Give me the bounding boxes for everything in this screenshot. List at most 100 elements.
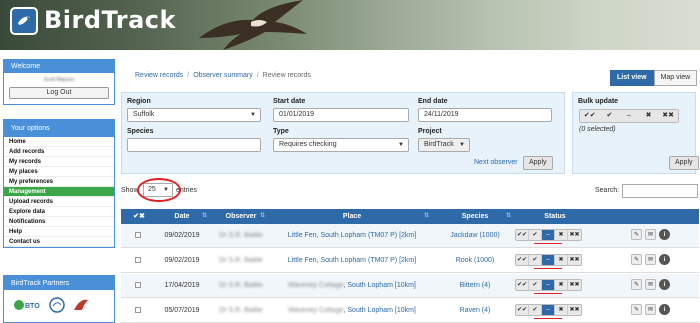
- sidebar-item-my-records[interactable]: My records: [4, 157, 114, 167]
- list-view-button[interactable]: List view: [610, 70, 654, 86]
- app-title[interactable]: BirdTrack: [44, 6, 176, 34]
- sidebar-item-home[interactable]: Home: [4, 137, 114, 147]
- sidebar-item-explore-data[interactable]: Explore data: [4, 207, 114, 217]
- info-icon[interactable]: i: [659, 304, 670, 315]
- row-species-link[interactable]: Raven (4): [435, 299, 515, 323]
- info-icon[interactable]: i: [659, 279, 670, 290]
- accept-all-icon[interactable]: ✔✔: [516, 255, 529, 265]
- neutral-icon[interactable]: –: [542, 255, 555, 265]
- species-input[interactable]: [127, 138, 261, 152]
- select-all-header[interactable]: ✔✖: [127, 209, 151, 224]
- next-observer-link[interactable]: Next observer: [474, 159, 518, 166]
- row-date: 09/02/2019: [164, 232, 200, 239]
- bird-partner-logo-icon[interactable]: [72, 296, 90, 314]
- info-icon[interactable]: i: [659, 254, 670, 265]
- observer-header[interactable]: Observer ⇅: [213, 209, 269, 224]
- edit-icon[interactable]: ✎: [631, 229, 642, 240]
- bto-logo-icon[interactable]: BTO: [12, 296, 42, 314]
- start-date-input[interactable]: 01/01/2019: [273, 108, 409, 122]
- chevron-down-icon: ▼: [459, 142, 465, 148]
- sidebar-item-management[interactable]: Management: [4, 187, 114, 197]
- row-actions: ✎ ✉ i: [631, 229, 670, 241]
- row-place-link[interactable]: Waveney Cottage, South Lopham [10km]: [271, 274, 433, 298]
- welcome-title: Welcome: [4, 60, 114, 73]
- row-species-link[interactable]: Rook (1000): [435, 249, 515, 273]
- row-checkbox[interactable]: [135, 307, 141, 313]
- sidebar-item-help[interactable]: Help: [4, 227, 114, 237]
- info-icon[interactable]: i: [659, 229, 670, 240]
- accept-icon[interactable]: ✔: [529, 230, 542, 240]
- bulk-reject-all-button[interactable]: ✖✖: [658, 110, 678, 122]
- bulk-accept-button[interactable]: ✔: [600, 110, 620, 122]
- bulk-neutral-button[interactable]: –: [619, 110, 639, 122]
- reject-icon[interactable]: ✖: [555, 230, 568, 240]
- message-icon[interactable]: ✉: [645, 254, 656, 265]
- neutral-icon[interactable]: –: [542, 305, 555, 315]
- accept-all-icon[interactable]: ✔✔: [516, 280, 529, 290]
- edit-icon[interactable]: ✎: [631, 279, 642, 290]
- sort-icon: ⇅: [201, 213, 207, 219]
- accept-all-icon[interactable]: ✔✔: [516, 230, 529, 240]
- message-icon[interactable]: ✉: [645, 304, 656, 315]
- neutral-icon[interactable]: –: [542, 230, 555, 240]
- reject-icon[interactable]: ✖: [555, 255, 568, 265]
- breadcrumb: Review records / Observer summary / Review r…: [135, 72, 311, 79]
- birdtrack-logo-icon[interactable]: [10, 7, 38, 35]
- sidebar-item-my-places[interactable]: My places: [4, 167, 114, 177]
- neutral-icon[interactable]: –: [542, 280, 555, 290]
- edit-icon[interactable]: ✎: [631, 304, 642, 315]
- bulk-reject-button[interactable]: ✖: [639, 110, 659, 122]
- apply-filter-button[interactable]: Apply: [523, 156, 553, 170]
- table-header: ✔✖ Date ⇅ Observer ⇅ Place ⇅ Species ⇅ Statu…: [121, 209, 699, 224]
- reject-all-icon[interactable]: ✖✖: [568, 230, 581, 240]
- reject-all-icon[interactable]: ✖✖: [568, 305, 581, 315]
- bulk-apply-button[interactable]: Apply: [669, 156, 699, 170]
- message-icon[interactable]: ✉: [645, 229, 656, 240]
- view-toggle: List view Map view: [610, 70, 698, 86]
- type-select[interactable]: Requires checking ▼: [273, 138, 409, 152]
- bulk-accept-all-button[interactable]: ✔✔: [580, 110, 600, 122]
- row-checkbox[interactable]: [135, 257, 141, 263]
- map-view-button[interactable]: Map view: [653, 70, 698, 86]
- partner-logo-icon[interactable]: [48, 296, 66, 314]
- sidebar-item-upload-records[interactable]: Upload records: [4, 197, 114, 207]
- accept-icon[interactable]: ✔: [529, 305, 542, 315]
- row-checkbox[interactable]: [135, 282, 141, 288]
- end-date-input[interactable]: 24/11/2019: [418, 108, 552, 122]
- accept-icon[interactable]: ✔: [529, 280, 542, 290]
- accept-icon[interactable]: ✔: [529, 255, 542, 265]
- row-place-link[interactable]: Little Fen, South Lopham (TM07 P) [2km]: [271, 224, 433, 248]
- message-icon[interactable]: ✉: [645, 279, 656, 290]
- breadcrumb-observer-summary[interactable]: Observer summary: [193, 72, 253, 79]
- row-date: 05/07/2019: [164, 307, 200, 314]
- edit-icon[interactable]: ✎: [631, 254, 642, 265]
- project-select[interactable]: BirdTrack ▼: [418, 138, 470, 152]
- sort-icon: ⇅: [423, 213, 429, 219]
- date-header[interactable]: Date ⇅: [153, 209, 211, 224]
- row-species-link[interactable]: Jackdaw (1000): [435, 224, 515, 248]
- logout-button[interactable]: Log Out: [9, 87, 109, 99]
- reject-icon[interactable]: ✖: [555, 305, 568, 315]
- breadcrumb-review-records[interactable]: Review records: [135, 72, 183, 79]
- sidebar: Welcome Scott Mapson Log Out Your option…: [0, 52, 116, 323]
- row-status-buttons: ✔✔ ✔ – ✖ ✖✖: [515, 304, 582, 316]
- search-input[interactable]: [622, 184, 698, 198]
- sidebar-item-notifications[interactable]: Notifications: [4, 217, 114, 227]
- row-place-link[interactable]: Little Fen, South Lopham (TM07 P) [2km]: [271, 249, 433, 273]
- sidebar-item-add-records[interactable]: Add records: [4, 147, 114, 157]
- table-row: 17/04/2019 Dr S.R. Baillie Waveney Cotta…: [121, 274, 699, 298]
- region-select[interactable]: Suffolk ▼: [127, 108, 261, 122]
- row-species-link[interactable]: Bittern (4): [435, 274, 515, 298]
- species-header[interactable]: Species ⇅: [435, 209, 515, 224]
- row-observer: Dr S.R. Baillie: [219, 307, 263, 314]
- reject-all-icon[interactable]: ✖✖: [568, 280, 581, 290]
- status-underline: [534, 318, 562, 319]
- reject-icon[interactable]: ✖: [555, 280, 568, 290]
- row-checkbox[interactable]: [135, 232, 141, 238]
- place-header[interactable]: Place ⇅: [271, 209, 433, 224]
- accept-all-icon[interactable]: ✔✔: [516, 305, 529, 315]
- sidebar-item-contact-us[interactable]: Contact us: [4, 237, 114, 247]
- reject-all-icon[interactable]: ✖✖: [568, 255, 581, 265]
- row-place-link[interactable]: Waveney Cottage, South Lopham [10km]: [271, 299, 433, 323]
- sidebar-item-my-preferences[interactable]: My preferences: [4, 177, 114, 187]
